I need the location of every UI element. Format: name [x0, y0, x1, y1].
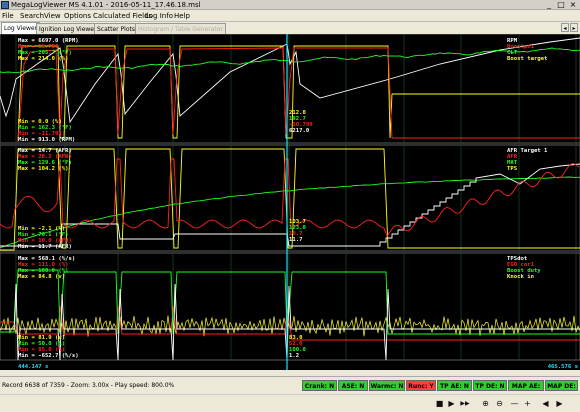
indicator-ase: ASE: N	[338, 380, 368, 391]
cursor-value: 11.7	[289, 237, 302, 243]
play-icon[interactable]: ▶	[446, 398, 457, 409]
zoom-in-icon[interactable]: ⊕	[480, 398, 491, 409]
min-label: Min = 913.0 (RPM)	[18, 137, 75, 143]
tab-histogram-table-generator: Histogram / Table Generator	[135, 23, 226, 34]
min-label: Min = 11.7 (AFR)	[18, 244, 72, 250]
fast-forward-icon[interactable]: ▶▶	[458, 398, 472, 409]
menu-file[interactable]: File	[2, 10, 14, 22]
menu-view[interactable]: View	[44, 10, 61, 22]
menu-options[interactable]: Options	[64, 10, 91, 22]
indicator-map-ae: MAP AE: N	[508, 380, 544, 401]
minimize-button[interactable]: _	[543, 0, 555, 9]
title-bar: MegaLogViewer MS 4.1.01 - 2016-05-11_17.…	[0, 0, 580, 10]
cursor-value: 6217.0	[289, 128, 310, 134]
close-button[interactable]: ×	[567, 0, 579, 9]
menu-search[interactable]: Search	[20, 10, 44, 22]
indicator-crank: Crank: N	[302, 380, 337, 391]
tab-ignition-log-viewer[interactable]: Ignition Log Viewer	[36, 23, 100, 34]
tab-scroll-left-icon[interactable]: ◂	[561, 23, 569, 32]
window-title: MegaLogViewer MS 4.1.01 - 2016-05-11_17.…	[11, 1, 201, 9]
plus-button[interactable]: +	[522, 398, 533, 409]
indicator-runc: Runc: Y	[406, 380, 436, 391]
menu-bar: File Search View Options Calculated Fiel…	[0, 10, 580, 22]
tab-scroll-right-icon[interactable]: ▸	[570, 23, 578, 32]
record-status: Record 6638 of 7359 - Zoom: 3.00x - Play…	[2, 382, 175, 389]
maximize-button[interactable]: □	[555, 0, 567, 9]
indicator-tp-ae: TP AE: N	[437, 380, 472, 391]
time-end-label: 465.576 s	[548, 364, 578, 370]
zoom-out-icon[interactable]: ⊖	[494, 398, 505, 409]
legend-entry: TPS	[507, 166, 518, 172]
legend-entry: Knock in	[507, 274, 534, 280]
tab-log-viewer[interactable]: Log Viewer	[1, 22, 41, 34]
tab-bar: Log Viewer Ignition Log Viewer Scatter P…	[0, 22, 580, 34]
menu-calculated-fields[interactable]: Calculated Fields	[93, 10, 152, 22]
indicator-warmc: Warmc: N	[369, 380, 405, 391]
minus-button[interactable]: —	[509, 398, 520, 409]
indicator-map-de: MAP DE: N	[545, 380, 578, 401]
status-bar: Record 6638 of 7359 - Zoom: 3.00x - Play…	[0, 376, 580, 401]
step-back-icon[interactable]: ◀	[540, 398, 551, 409]
max-label: Max = 214.0 (%)	[18, 56, 69, 62]
menu-log-info[interactable]: Log Info	[145, 10, 173, 22]
menu-help[interactable]: Help	[174, 10, 190, 22]
indicator-tp-de: TP DE: N	[473, 380, 507, 391]
log-chart-area[interactable]: Max = 6697.0 (RPM) Max = 15.700 Max = 205.…	[0, 34, 580, 370]
tab-scatter-plots[interactable]: Scatter Plots	[94, 23, 138, 34]
min-label: Min = -652.7 (%/s)	[18, 353, 79, 359]
max-label: Max = 104.2 (%)	[18, 166, 69, 172]
time-start-label: 444.147 s	[18, 364, 48, 370]
stop-icon[interactable]: ■	[434, 398, 445, 409]
max-label: Max = 84.8 (v)	[18, 274, 65, 280]
log-chart[interactable]: Max = 6697.0 (RPM)Max = 15.700Max = 205.…	[0, 34, 580, 370]
app-icon	[1, 1, 9, 9]
step-forward-icon[interactable]: ▶	[554, 398, 565, 409]
cursor-value: 1.2	[289, 353, 299, 359]
playback-toolbar: ■ ▶ ▶▶ ⊕ ⊖ — + ◀ ▶	[0, 394, 580, 412]
legend-entry: Boost target	[507, 56, 547, 62]
